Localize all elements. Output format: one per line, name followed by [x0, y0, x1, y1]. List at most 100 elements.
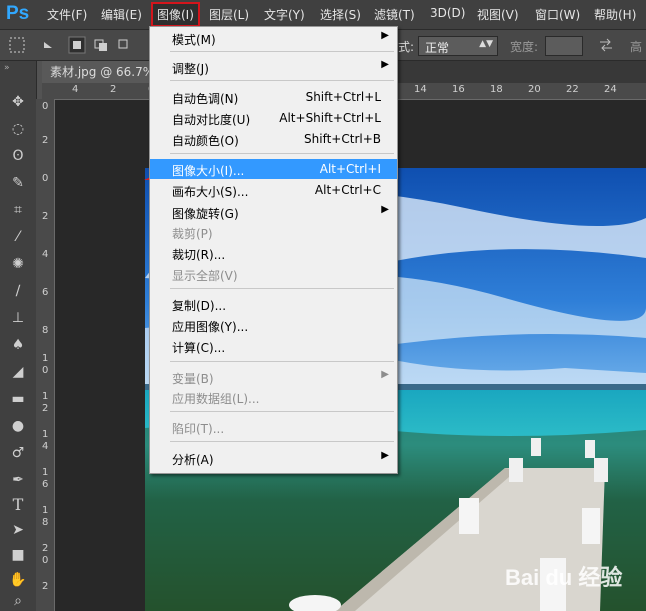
ruler-tick: 16	[452, 84, 465, 95]
gradient-icon[interactable]: ▬	[8, 389, 28, 409]
menu-layer[interactable]: 图层(L)	[209, 6, 249, 23]
menu-item-adjust[interactable]: 调整(J) ▶	[150, 57, 397, 77]
menu-item-label: 变量(B)	[172, 372, 214, 386]
ruler-tick: 0	[42, 555, 49, 566]
menu-item-label: 显示全部(V)	[172, 269, 238, 283]
lasso-icon[interactable]: ʘ	[8, 146, 28, 166]
submenu-arrow-icon: ▶	[381, 369, 389, 380]
menu-item-label: 自动颜色(O)	[172, 134, 239, 148]
menu-item-image-size[interactable]: 图像大小(I)... Alt+Ctrl+I	[150, 159, 397, 179]
ruler-tick: 0	[42, 101, 49, 112]
style-select-value: 正常	[425, 41, 450, 55]
menu-select[interactable]: 选择(S)	[320, 6, 361, 23]
style-select[interactable]: 正常 ▲▼	[418, 36, 498, 56]
menu-separator	[170, 441, 394, 442]
ruler-tick: 0	[42, 173, 49, 184]
ruler-tick: 8	[42, 517, 49, 528]
width-label: 宽度:	[510, 40, 539, 54]
width-input[interactable]	[545, 36, 583, 56]
menu-item-auto-color[interactable]: 自动颜色(O) Shift+Ctrl+B	[150, 129, 397, 149]
submenu-arrow-icon: ▶	[381, 204, 389, 215]
menu-item-duplicate[interactable]: 复制(D)...	[150, 294, 397, 314]
submenu-arrow-icon: ▶	[381, 30, 389, 41]
hand-icon[interactable]: ✋	[8, 570, 28, 590]
menu-item-label: 画布大小(S)...	[172, 185, 249, 199]
menu-file[interactable]: 文件(F)	[47, 6, 87, 23]
menu-item-trap[interactable]: 陷印(T)...	[150, 417, 397, 437]
menu-item-shortcut: Shift+Ctrl+B	[304, 132, 381, 146]
pen-icon[interactable]: ✒	[8, 470, 28, 490]
baidu-watermark: Bai du 经验	[505, 565, 623, 590]
select-arrows-icon: ▲▼	[479, 39, 493, 49]
ruler-tick: 18	[490, 84, 503, 95]
menu-item-label: 应用数据组(L)...	[172, 392, 260, 406]
menu-item-auto-tone[interactable]: 自动色调(N) Shift+Ctrl+L	[150, 87, 397, 107]
shape-icon[interactable]: ■	[8, 545, 28, 565]
blur-icon[interactable]: ●	[8, 416, 28, 436]
move-icon[interactable]: ✥	[8, 92, 28, 112]
crop-icon[interactable]: ⌗	[8, 200, 28, 220]
path-select-icon[interactable]: ➤	[8, 520, 28, 540]
menu-separator	[170, 153, 394, 154]
image-menu-dropdown: 模式(M) ▶ 调整(J) ▶ 自动色调(N) Shift+Ctrl+L 自动对…	[149, 26, 398, 474]
menu-item-apply-data-set[interactable]: 应用数据组(L)...	[150, 387, 397, 407]
menu-item-shortcut: Alt+Ctrl+C	[314, 183, 381, 197]
document-tab[interactable]: 素材.jpg @ 66.7%	[42, 61, 160, 83]
menu-3d[interactable]: 3D(D)	[430, 6, 465, 20]
menu-item-apply-image[interactable]: 应用图像(Y)...	[150, 315, 397, 335]
dodge-icon[interactable]: ♂	[8, 443, 28, 463]
stamp-icon[interactable]: ⊥	[8, 308, 28, 328]
menu-image[interactable]: 图像(I)	[151, 2, 200, 27]
menu-item-calculations[interactable]: 计算(C)...	[150, 336, 397, 356]
history-brush-icon[interactable]: ♠	[8, 335, 28, 355]
photoshop-logo: Ps	[6, 3, 30, 24]
tools-panel: » ✥ ◌ ʘ ✎ ⌗ ⁄ ✺ ∕ ⊥ ♠ ◢ ▬ ● ♂ ✒ T ➤ ■ ✋ …	[0, 61, 37, 611]
swap-icon[interactable]	[598, 38, 614, 52]
menu-item-analysis[interactable]: 分析(A) ▶	[150, 448, 397, 468]
menu-item-label: 模式(M)	[172, 33, 216, 47]
menu-item-trim[interactable]: 裁切(R)...	[150, 243, 397, 263]
eyedropper-icon[interactable]: ⁄	[8, 227, 28, 247]
collapse-icon[interactable]: »	[4, 63, 10, 73]
menu-help[interactable]: 帮助(H)	[594, 6, 636, 23]
marquee-icon[interactable]: ◌	[8, 119, 28, 139]
menu-item-variables[interactable]: 变量(B) ▶	[150, 367, 397, 387]
menu-filter[interactable]: 滤镜(T)	[374, 6, 415, 23]
menu-window[interactable]: 窗口(W)	[535, 6, 580, 23]
healing-icon[interactable]: ✺	[8, 254, 28, 274]
ruler-tick: 1	[42, 429, 49, 440]
marquee-options-icon[interactable]	[8, 36, 62, 54]
brush-icon[interactable]: ∕	[8, 281, 28, 301]
menu-item-label: 陷印(T)...	[172, 422, 225, 436]
ruler-tick: 1	[42, 467, 49, 478]
menu-type[interactable]: 文字(Y)	[264, 6, 305, 23]
ruler-tick: 2	[42, 211, 49, 222]
menu-item-label: 调整(J)	[172, 62, 209, 76]
height-label: 高	[630, 40, 643, 54]
menu-item-canvas-size[interactable]: 画布大小(S)... Alt+Ctrl+C	[150, 180, 397, 200]
eraser-icon[interactable]: ◢	[8, 362, 28, 382]
ruler-tick: 14	[414, 84, 427, 95]
menu-item-reveal-all[interactable]: 显示全部(V)	[150, 264, 397, 284]
zoom-icon[interactable]: ⌕	[8, 591, 28, 611]
menu-edit[interactable]: 编辑(E)	[101, 6, 142, 23]
ruler-tick: 2	[110, 84, 117, 95]
ruler-tick: 4	[42, 441, 49, 452]
menu-view[interactable]: 视图(V)	[477, 6, 519, 23]
ruler-tick: 2	[42, 543, 49, 554]
ruler-tick: 2	[42, 581, 49, 592]
menu-item-mode[interactable]: 模式(M) ▶	[150, 28, 397, 48]
menu-item-crop[interactable]: 裁剪(P)	[150, 222, 397, 242]
quick-select-icon[interactable]: ✎	[8, 173, 28, 193]
ruler-tick: 4	[42, 249, 49, 260]
menu-item-image-rotation[interactable]: 图像旋转(G) ▶	[150, 202, 397, 222]
ruler-tick: 1	[42, 353, 49, 364]
submenu-arrow-icon: ▶	[381, 450, 389, 461]
selection-mode-icons[interactable]	[68, 36, 138, 54]
ruler-tick: 6	[42, 479, 49, 490]
submenu-arrow-icon: ▶	[381, 59, 389, 70]
menu-item-auto-contrast[interactable]: 自动对比度(U) Alt+Shift+Ctrl+L	[150, 108, 397, 128]
menu-separator	[170, 361, 394, 362]
type-icon[interactable]: T	[8, 495, 28, 515]
ruler-tick: 2	[42, 403, 49, 414]
